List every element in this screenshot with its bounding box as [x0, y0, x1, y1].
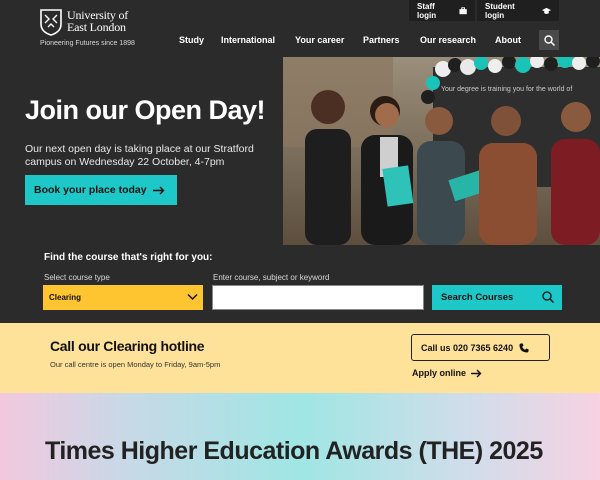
call-clearing-label: Call us 020 7365 6240	[421, 342, 514, 353]
book-place-label: Book your place today	[34, 184, 147, 196]
site-header: University of East London Pioneering Fut…	[0, 0, 600, 57]
course-type-select[interactable]: Clearing	[43, 285, 203, 310]
logo-text-line2: East London	[67, 20, 126, 34]
hero-description: Our next open day is taking place at our…	[25, 143, 254, 168]
nav-partners[interactable]: Partners	[363, 35, 400, 45]
course-finder-title: Find the course that's right for you:	[44, 252, 213, 263]
clearing-title: Call our Clearing hotline	[50, 338, 205, 354]
student-login-link[interactable]: Student login	[477, 0, 559, 21]
staff-login-label: Staff login	[417, 1, 437, 20]
hero-photo: Your degree is training you for the worl…	[283, 57, 600, 245]
arrow-right-icon	[471, 369, 482, 377]
clearing-subtitle: Our call centre is open Monday to Friday…	[50, 360, 221, 369]
hero-section: Join our Open Day! Our next open day is …	[0, 57, 600, 245]
nav-our-research[interactable]: Our research	[420, 35, 476, 45]
book-place-button[interactable]: Book your place today	[25, 175, 177, 205]
awards-section: Times Higher Education Awards (THE) 2025	[0, 393, 600, 480]
photo-sign-text: Your degree is training you for the worl…	[441, 86, 572, 93]
course-finder: Find the course that's right for you: Se…	[0, 245, 600, 323]
call-clearing-button[interactable]: Call us 020 7365 6240	[411, 334, 550, 361]
search-courses-label: Search Courses	[441, 292, 514, 303]
search-icon	[542, 291, 554, 303]
tagline: Pioneering Futures since 1898	[40, 40, 135, 47]
arrow-right-icon	[152, 186, 165, 194]
clearing-banner: Call our Clearing hotline Our call centr…	[0, 323, 600, 393]
search-courses-button[interactable]: Search Courses	[432, 285, 562, 310]
students-photo: Your degree is training you for the worl…	[283, 57, 600, 245]
student-login-label: Student login	[485, 1, 515, 20]
nav-study[interactable]: Study	[179, 35, 204, 45]
uel-logo[interactable]: University of East London	[40, 9, 128, 36]
course-type-value: Clearing	[49, 293, 82, 302]
search-icon	[543, 34, 555, 46]
awards-title: Times Higher Education Awards (THE) 2025	[45, 437, 543, 465]
chevron-down-icon	[187, 293, 198, 301]
crest-icon	[40, 9, 62, 36]
briefcase-icon	[459, 6, 467, 14]
apply-online-link[interactable]: Apply online	[412, 368, 482, 378]
nav-international[interactable]: International	[221, 35, 275, 45]
course-type-label: Select course type	[44, 273, 110, 282]
nav-about[interactable]: About	[495, 35, 521, 45]
graduation-cap-icon	[542, 7, 551, 14]
apply-online-label: Apply online	[412, 368, 466, 378]
keyword-label: Enter course, subject or keyword	[213, 273, 330, 282]
keyword-input[interactable]	[212, 285, 424, 310]
phone-icon	[519, 343, 529, 352]
header-search-button[interactable]	[539, 30, 559, 50]
nav-your-career[interactable]: Your career	[295, 35, 344, 45]
hero-title: Join our Open Day!	[25, 95, 266, 125]
staff-login-link[interactable]: Staff login	[409, 0, 475, 21]
